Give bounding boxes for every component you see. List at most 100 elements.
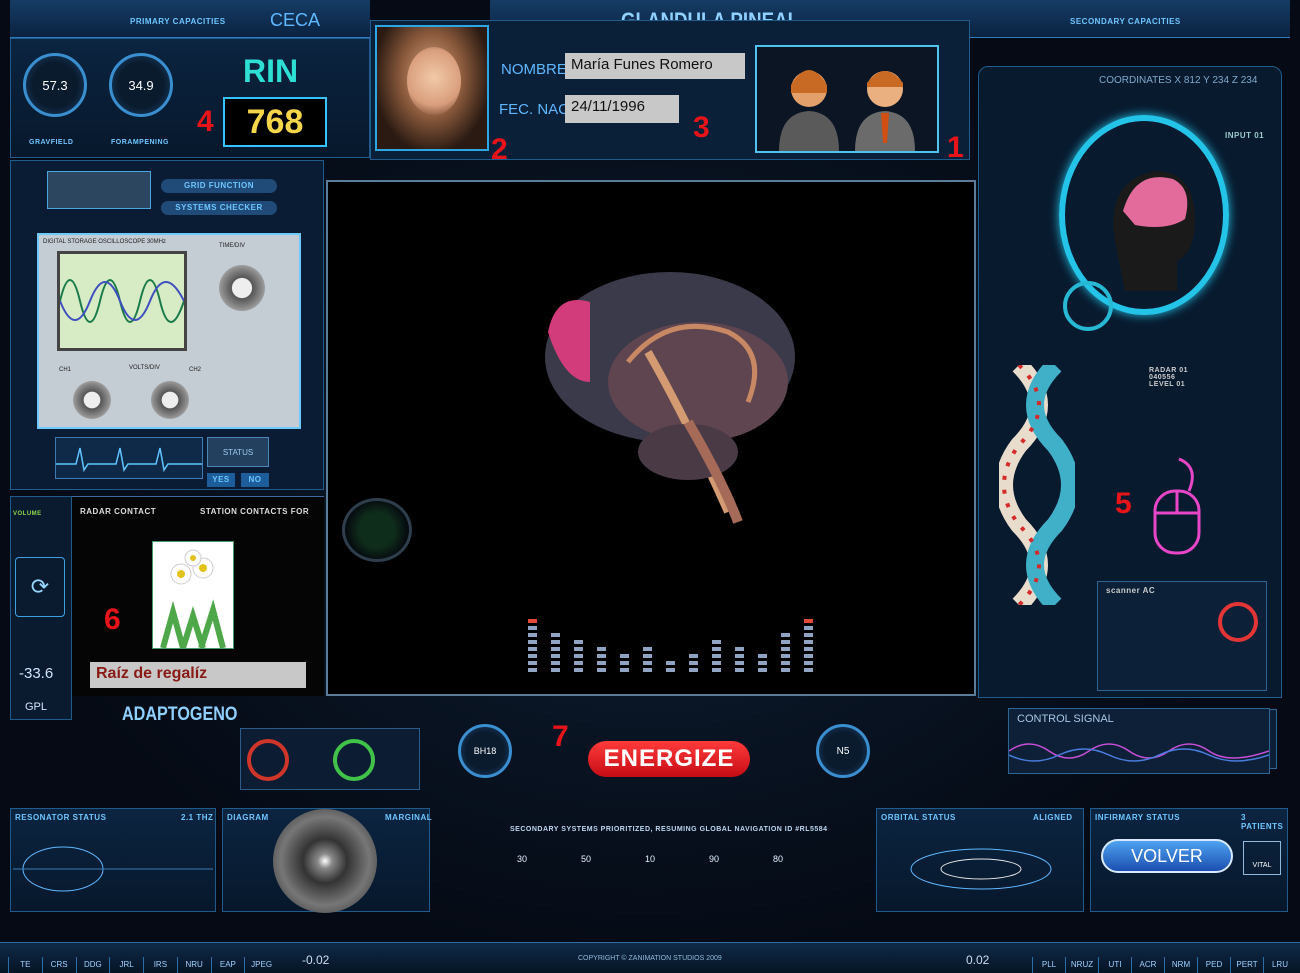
footer-tab[interactable]: LRU	[1263, 957, 1296, 973]
footer-tabs-right: PLL NRUZ UTI ACR NRM PED PERT LRU	[1032, 957, 1296, 973]
right-status-dial[interactable]: N5	[816, 724, 870, 778]
marker-3: 3	[693, 111, 710, 144]
equalizer-column	[551, 633, 560, 672]
oscilloscope-screen	[57, 251, 187, 351]
equalizer-column	[758, 654, 767, 672]
footer-tab[interactable]: CRS	[41, 957, 76, 973]
user-avatars-icon	[779, 70, 915, 151]
speaker-icon[interactable]	[273, 809, 377, 913]
secondary-capacities-bar: SECONDARY CAPACITIES	[930, 0, 1290, 38]
reading-value: -33.6	[19, 665, 54, 682]
no-button[interactable]: NO	[241, 473, 269, 487]
footer-tab[interactable]: TE	[8, 957, 42, 973]
left-status-dial[interactable]: BH18	[458, 724, 512, 778]
equalizer-column	[712, 640, 721, 672]
yes-button[interactable]: YES	[207, 473, 235, 487]
flower-icon	[160, 549, 226, 649]
sine-wave-icon	[59, 279, 185, 323]
equalizer-column	[597, 647, 606, 672]
energize-button[interactable]: ENERGIZE	[588, 741, 750, 777]
infirmary-status-panel: INFIRMARY STATUS 3 PATIENTS VOLVER VITAL	[1090, 808, 1288, 912]
equalizer-column	[781, 633, 790, 672]
volver-button[interactable]: VOLVER	[1101, 839, 1233, 873]
footer-tab[interactable]: NRM	[1164, 957, 1197, 973]
right-dial-value: N5	[836, 745, 850, 757]
green-indicator-dial[interactable]	[342, 498, 412, 562]
nombre-label: NOMBRE	[501, 61, 567, 78]
waveform-thumb	[47, 171, 151, 209]
grid-function-button[interactable]: GRID FUNCTION	[161, 179, 277, 193]
ch2-label: CH2	[189, 367, 202, 373]
marginal-label: MARGINAL	[385, 813, 433, 822]
dna-helix	[995, 358, 1079, 612]
footer-tab[interactable]: EAP	[210, 957, 245, 973]
footer-tab[interactable]: NRUZ	[1065, 957, 1098, 973]
forampening-dial[interactable]: 34.9	[109, 53, 173, 117]
orbital-status-panel: ORBITAL STATUS ALIGNED	[876, 808, 1084, 912]
mouse-shape	[1153, 457, 1201, 555]
footer-tab[interactable]: UTI	[1098, 957, 1131, 973]
footer-tab[interactable]: PERT	[1230, 957, 1263, 973]
gravfield-dial[interactable]: 57.3	[23, 53, 87, 117]
marker-7: 7	[552, 720, 569, 753]
equalizer-column	[643, 647, 652, 672]
resonator-graph-icon	[13, 846, 213, 892]
rotate-icon[interactable]	[1063, 281, 1113, 331]
gravfield-label: GRAVFIELD	[29, 139, 74, 146]
volume-panel: VOLUME ⟳ -33.6 GPL	[10, 496, 72, 720]
equalizer-column	[620, 654, 629, 672]
equalizer-column	[528, 619, 537, 672]
footer-tab[interactable]: PLL	[1032, 957, 1065, 973]
footer-tab[interactable]: IRS	[143, 957, 177, 973]
equalizer-column	[804, 619, 813, 672]
fec-nac-label: FEC. NAC.	[499, 101, 574, 118]
mouse-icon[interactable]	[1149, 457, 1209, 557]
adaptogen-label: ADAPTOGENO	[122, 704, 238, 725]
gauges-panel: 57.3 GRAVFIELD 34.9 FORAMPENING RIN 768 …	[10, 38, 370, 158]
equalizer-column	[735, 647, 744, 672]
scanner-ring-icon[interactable]	[1218, 602, 1258, 642]
time-div-knob[interactable]	[219, 265, 265, 311]
arrow-right-icon[interactable]: ⟳	[15, 557, 65, 617]
oscilloscope-title: DIGITAL STORAGE OSCILLOSCOPE 30MHz	[43, 239, 166, 245]
signal-wave-icon	[1009, 743, 1269, 762]
gpl-label: GPL	[25, 701, 48, 713]
oscilloscope-panel: GRID FUNCTION SYSTEMS CHECKER DIGITAL ST…	[10, 160, 324, 490]
control-signal-label: CONTROL SIGNAL	[1017, 713, 1114, 725]
radar-label: RADAR 01	[1149, 367, 1189, 374]
level-label: LEVEL 01	[1149, 381, 1186, 388]
footer-tab[interactable]: PED	[1197, 957, 1230, 973]
remedy-field[interactable]: Raíz de regalíz	[90, 662, 306, 688]
marker-4: 4	[197, 105, 214, 138]
marker-5: 5	[1115, 487, 1132, 520]
volt-div-label: VOLTS/DIV	[129, 365, 160, 371]
fec-nac-field[interactable]: 24/11/1996	[565, 95, 679, 123]
brain-viewer	[326, 180, 976, 696]
copyright: COPYRIGHT © ZANIMATION STUDIOS 2009	[578, 955, 722, 962]
footer-tab[interactable]: DDG	[75, 957, 110, 973]
marker-2: 2	[491, 133, 508, 166]
equalizer	[528, 582, 828, 672]
patients-label: 3 PATIENTS	[1241, 813, 1284, 831]
input-label: INPUT 01	[1225, 131, 1265, 140]
footer-tab[interactable]: JPEG	[244, 957, 278, 973]
systems-checker-button[interactable]: SYSTEMS CHECKER	[161, 201, 277, 215]
right-reading: 0.02	[966, 953, 990, 967]
nombre-field[interactable]: María Funes Romero	[565, 53, 745, 79]
footer-tab[interactable]: JRL	[109, 957, 143, 973]
status-box: STATUS	[207, 437, 269, 467]
left-reading: -0.02	[302, 953, 330, 967]
infirmary-status-label: INFIRMARY STATUS	[1095, 813, 1181, 822]
avatars-box[interactable]	[755, 45, 939, 153]
input-gauge-red[interactable]	[247, 739, 289, 781]
footer-tab[interactable]: NRU	[176, 957, 211, 973]
footer-tab[interactable]: ACR	[1131, 957, 1164, 973]
ch1-knob[interactable]	[73, 381, 111, 419]
rin-label: RIN	[243, 53, 299, 89]
diagram-label: DIAGRAM	[227, 813, 269, 822]
input-gauge-green[interactable]	[333, 739, 375, 781]
ch2-knob[interactable]	[151, 381, 189, 419]
input-gauges	[240, 728, 420, 790]
marker-1: 1	[947, 131, 964, 164]
dna-icon	[995, 358, 1079, 612]
